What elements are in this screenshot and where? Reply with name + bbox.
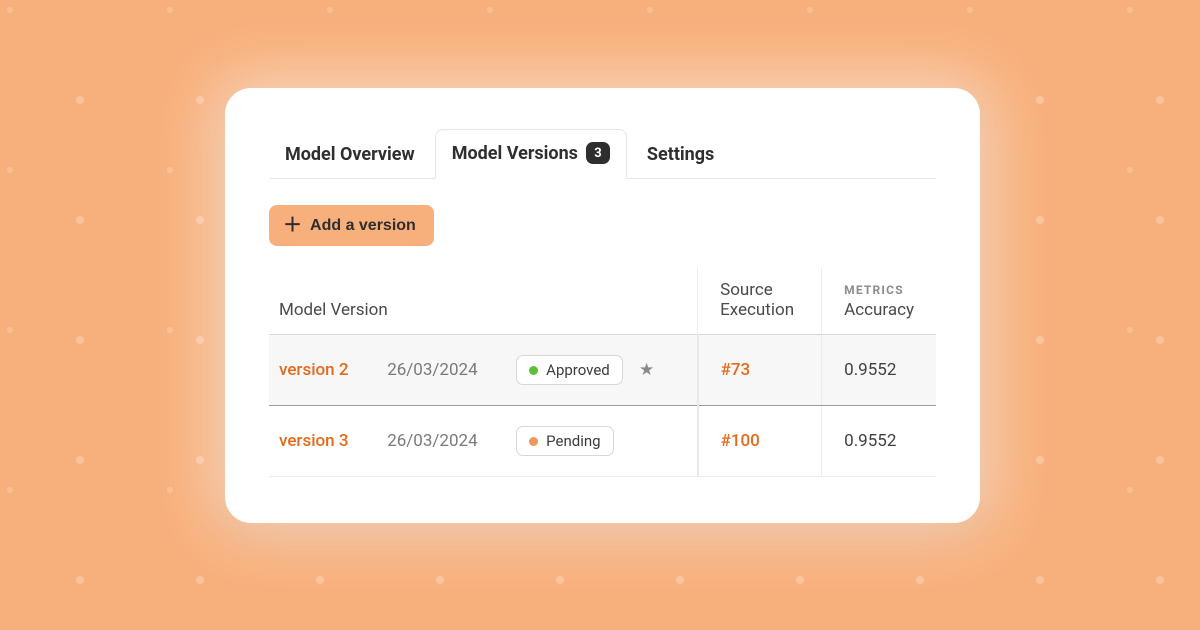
model-versions-card: Model Overview Model Versions 3 Settings… <box>225 88 980 523</box>
toolbar: ＋ Add a version <box>269 205 936 246</box>
version-date: 26/03/2024 <box>387 360 477 380</box>
versions-count-badge: 3 <box>586 142 610 164</box>
tab-model-overview[interactable]: Model Overview <box>269 132 431 179</box>
tab-label: Settings <box>647 144 714 165</box>
metrics-group-label: METRICS <box>844 283 926 297</box>
version-link[interactable]: version 3 <box>279 431 349 451</box>
tab-model-versions[interactable]: Model Versions 3 <box>435 129 627 179</box>
versions-table: Model Version Source Execution METRICS A… <box>269 268 936 477</box>
status-badge-approved: Approved <box>516 355 623 385</box>
source-execution-link[interactable]: #73 <box>721 360 751 380</box>
source-execution-link[interactable]: #100 <box>721 431 760 451</box>
accuracy-value: 0.9552 <box>844 431 896 451</box>
versions-table-wrap: Model Version Source Execution METRICS A… <box>269 268 936 477</box>
table-header-row: Model Version Source Execution METRICS A… <box>269 268 936 335</box>
accuracy-label: Accuracy <box>844 300 914 320</box>
table-row[interactable]: version 3 26/03/2024 Pending #100 <box>269 406 936 477</box>
status-text: Pending <box>546 432 600 450</box>
col-header-model-version: Model Version <box>269 268 506 335</box>
tabs: Model Overview Model Versions 3 Settings <box>269 128 936 179</box>
version-link[interactable]: version 2 <box>279 360 349 380</box>
add-version-button[interactable]: ＋ Add a version <box>269 205 434 246</box>
col-header-accuracy: METRICS Accuracy <box>822 268 936 335</box>
button-label: Add a version <box>310 217 416 235</box>
plus-icon: ＋ <box>283 216 302 235</box>
tab-label: Model Overview <box>285 144 415 165</box>
tab-settings[interactable]: Settings <box>631 132 730 179</box>
tab-label: Model Versions <box>452 143 578 164</box>
col-header-source-execution: Source Execution <box>698 268 822 335</box>
status-dot-icon <box>529 366 538 375</box>
status-badge-pending: Pending <box>516 426 613 456</box>
status-text: Approved <box>546 361 610 379</box>
table-row[interactable]: version 2 26/03/2024 Approved ★ #73 <box>269 335 936 406</box>
col-header-status <box>506 268 697 335</box>
accuracy-value: 0.9552 <box>844 360 896 380</box>
status-dot-icon <box>529 437 538 446</box>
star-icon[interactable]: ★ <box>639 360 654 380</box>
version-date: 26/03/2024 <box>387 431 477 451</box>
